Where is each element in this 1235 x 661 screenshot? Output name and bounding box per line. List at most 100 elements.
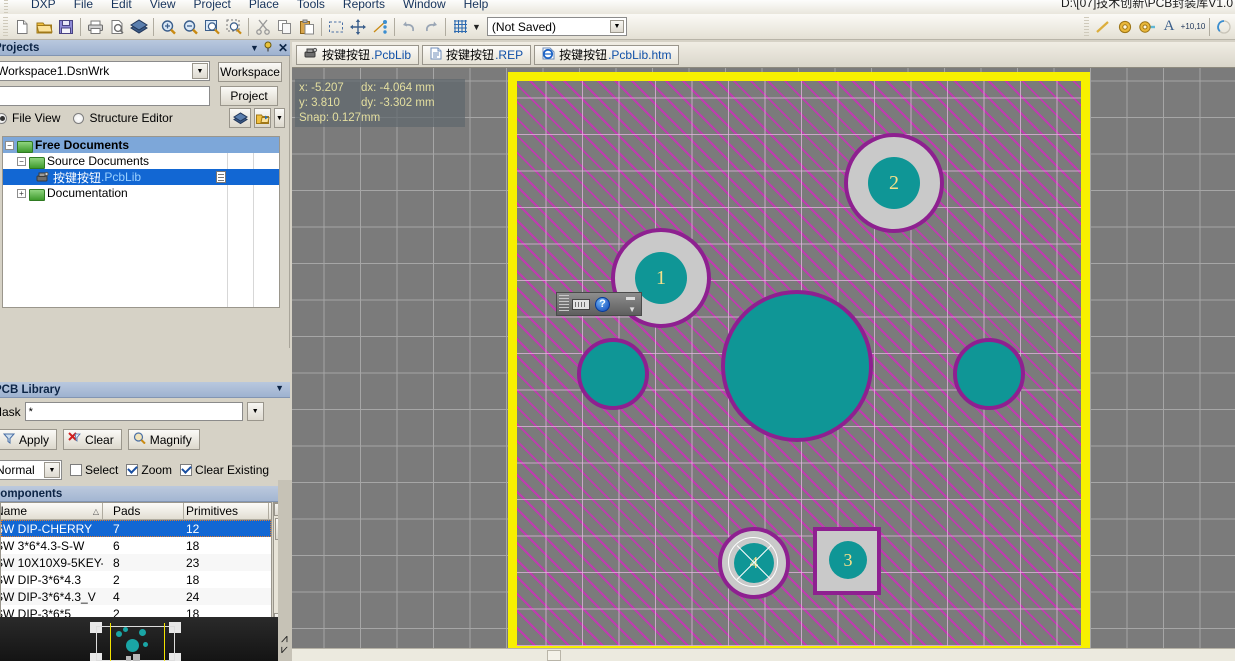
column-header-pads[interactable]: Pads [111,503,184,520]
tab-pcblib[interactable]: 按键按钮 .PcbLib [296,44,420,65]
zoom-out-icon[interactable] [179,16,201,38]
workspace-selector[interactable]: Workspace1.DsnWrk ▼ [0,61,210,81]
pad-bare-right[interactable] [953,338,1025,410]
tree-item-free-documents[interactable]: − Free Documents [3,137,279,153]
minimize-icon[interactable] [626,297,635,300]
close-icon[interactable]: ✕ [278,42,288,54]
pad-bare-left[interactable] [577,338,649,410]
grip-icon[interactable] [559,295,569,313]
print-preview-icon[interactable] [106,16,128,38]
pad-icon[interactable] [1114,16,1136,38]
select-rectangle-icon[interactable] [325,16,347,38]
keyboard-icon[interactable] [572,298,590,310]
splitter-expand-icon[interactable]: ⩗ [281,642,288,657]
library-icon[interactable] [128,16,150,38]
scrollbar-thumb[interactable] [547,650,561,661]
new-document-icon[interactable] [11,16,33,38]
table-row[interactable]: SW DIP-3*6*4.3_V 4 24 [1,588,271,605]
toolbar-grip-icon[interactable] [3,16,8,37]
column-header-primitives[interactable]: Primitives [184,503,269,520]
paste-icon[interactable] [296,16,318,38]
menu-grip-icon[interactable] [4,0,8,14]
cut-icon[interactable] [252,16,274,38]
menu-item-edit[interactable]: Edit [102,0,141,13]
table-row[interactable]: SW DIP-3*6*4.3 2 18 [1,571,271,588]
redo-icon[interactable] [420,16,442,38]
pad-4[interactable]: 4 [718,527,790,599]
ime-floating-toolbar[interactable]: ? ▼ [556,292,642,316]
menu-item-dxp[interactable]: DXP [22,0,65,13]
chevron-down-icon[interactable]: ▼ [192,63,208,79]
menu-item-reports[interactable]: Reports [334,0,394,13]
tree-expander-icon[interactable]: − [17,156,26,166]
print-icon[interactable] [84,16,106,38]
project-button[interactable]: Project [220,86,278,106]
components-table[interactable]: Name △ Pads Primitives SW DIP-CHERRY 7 1… [0,502,272,627]
library-browse-button[interactable] [229,108,251,128]
pcb-canvas[interactable]: 2 1 3 x: -5.207 dx: -4.064 mm y: 3.810 d… [292,68,1235,648]
line-icon[interactable] [1092,16,1114,38]
menu-item-window[interactable]: Window [394,0,455,13]
open-folder-icon[interactable] [33,16,55,38]
zoom-area-icon[interactable] [223,16,245,38]
project-tree[interactable]: − Free Documents − Source Documents 按键按钮… [2,136,280,308]
clear-button[interactable]: Clear [63,429,122,450]
pin-icon[interactable] [263,41,274,55]
canvas-horizontal-scrollbar[interactable] [292,648,1235,661]
move-icon[interactable] [347,16,369,38]
document-selector[interactable]: (Not Saved) ▼ [486,17,627,36]
menu-item-tools[interactable]: Tools [288,0,334,13]
column-header-name[interactable]: Name △ [1,503,103,520]
menu-item-project[interactable]: Project [185,0,240,13]
zoom-fit-icon[interactable] [201,16,223,38]
grid-icon[interactable] [449,16,471,38]
radio-file-view[interactable] [0,112,7,124]
chevron-down-icon[interactable]: ▼ [472,22,481,32]
align-icon[interactable] [369,16,391,38]
checkbox-zoom[interactable]: Zoom [126,463,172,477]
tree-expander-icon[interactable]: − [5,140,14,150]
menu-item-file[interactable]: File [65,0,102,13]
pad-bare-center[interactable] [721,290,873,442]
collapse-arrow-icon[interactable]: ▼ [275,383,284,393]
dropdown-arrow-icon[interactable]: ▼ [628,305,636,314]
menu-item-view[interactable]: View [141,0,185,13]
toolbar-grip-icon[interactable] [1084,16,1089,37]
checkbox-clear-existing-box[interactable] [180,464,193,476]
arc-icon[interactable] [1213,16,1235,38]
zoom-in-icon[interactable] [157,16,179,38]
chevron-down-icon[interactable]: ▼ [246,402,264,421]
chevron-down-icon[interactable]: ▼ [274,108,285,128]
save-icon[interactable] [55,16,77,38]
pad-2[interactable]: 2 [844,133,944,233]
tab-report[interactable]: 按键按钮 .REP [422,44,532,65]
table-row[interactable]: SW DIP-CHERRY 7 12 [1,520,271,537]
radio-structure-editor[interactable] [73,112,85,124]
chevron-down-icon[interactable]: ▼ [609,20,624,33]
copy-icon[interactable] [274,16,296,38]
table-row[interactable]: SW 10X10X9-5KEY-LS 8 23 [1,554,271,571]
pad-3[interactable]: 3 [813,527,881,595]
checkbox-select-box[interactable] [70,464,82,476]
project-search-input[interactable] [0,86,210,106]
apply-button[interactable]: Apply [0,429,58,450]
undo-icon[interactable] [398,16,420,38]
help-icon[interactable]: ? [595,296,610,312]
table-row[interactable]: SW 3*6*4.3-S-W 6 18 [1,537,271,554]
workspace-button[interactable]: Workspace [218,62,282,82]
menu-item-help[interactable]: Help [455,0,498,13]
magnify-button[interactable]: Magnify [127,429,200,450]
tree-item-source-documents[interactable]: − Source Documents [3,153,279,169]
tree-item-pcblib-document[interactable]: 按键按钮 .PcbLib [3,169,279,185]
grid-selector[interactable]: ▼ [449,16,481,38]
tree-item-documentation[interactable]: + Documentation [3,185,279,201]
menu-item-place[interactable]: Place [240,0,288,13]
checkbox-clear-existing[interactable]: Clear Existing [180,463,269,477]
checkbox-zoom-box[interactable] [126,464,139,476]
select-mode-selector[interactable]: Normal ▼ [0,460,62,480]
tab-html-preview[interactable]: 按键按钮 .PcbLib.htm [534,44,680,65]
tree-expander-icon[interactable]: + [17,188,26,198]
collapse-arrow-icon[interactable]: ▼ [250,43,259,53]
coordinate-icon[interactable]: +10,10 [1180,16,1206,38]
via-icon[interactable] [1136,16,1158,38]
